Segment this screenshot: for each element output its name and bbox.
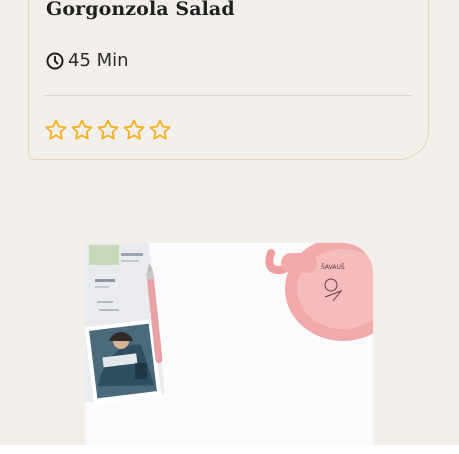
- star-icon[interactable]: [122, 118, 146, 142]
- star-icon[interactable]: [96, 118, 120, 142]
- recipe-image[interactable]: ŠAVAUŠ: [85, 243, 373, 454]
- recipe-image-card[interactable]: ŠAVAUŠ: [85, 243, 373, 454]
- bottom-bar: [0, 445, 459, 454]
- photo-icon: [85, 319, 162, 405]
- recipe-title[interactable]: Gorgonzola Salad: [46, 0, 235, 20]
- divider: [45, 95, 412, 96]
- clock-icon: [45, 51, 65, 71]
- star-icon[interactable]: [70, 118, 94, 142]
- star-icon[interactable]: [148, 118, 172, 142]
- svg-text:ŠAVAUŠ: ŠAVAUŠ: [321, 264, 345, 271]
- recipe-card[interactable]: Gorgonzola Salad 45 Min: [28, 0, 429, 160]
- cook-time: 45 Min: [45, 50, 129, 71]
- rating-stars[interactable]: [44, 118, 172, 142]
- cook-time-text: 45 Min: [68, 50, 129, 71]
- star-icon[interactable]: [44, 118, 68, 142]
